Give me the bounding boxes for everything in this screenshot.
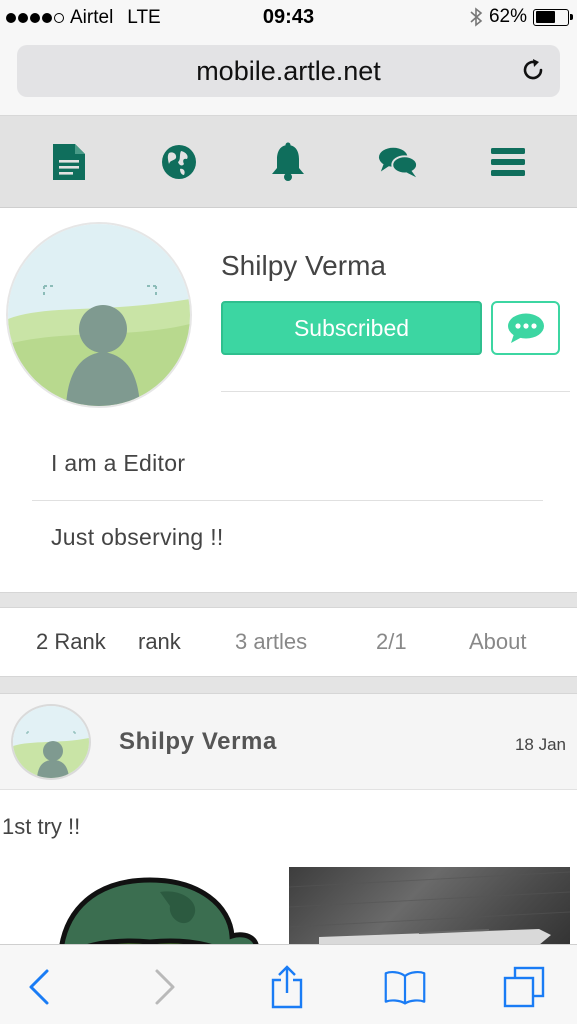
battery-fill (535, 11, 555, 23)
profile-stats-bar: 2 Rank rank 3 artles 2/1 About (0, 608, 577, 676)
back-icon (29, 969, 49, 1005)
post-image-cartoon[interactable] (40, 866, 266, 946)
chat-bubbles-icon (379, 147, 419, 177)
status-right: 62% (469, 6, 573, 28)
battery-icon (533, 8, 573, 26)
tab-about[interactable]: About (469, 629, 527, 655)
bio-status: Just observing !! (51, 524, 224, 550)
stat-ratio[interactable]: 2/1 (376, 629, 407, 655)
battery-percent: 62% (488, 6, 527, 27)
nav-notifications[interactable] (268, 142, 308, 182)
browser-chrome: mobile.artle.net (0, 36, 577, 116)
default-avatar-icon (8, 224, 190, 406)
post-body: 1st try !! (0, 790, 577, 946)
forward-icon (155, 969, 175, 1005)
bookmarks-icon (384, 971, 426, 1005)
avatar[interactable] (6, 222, 192, 408)
url-bar[interactable]: mobile.artle.net (17, 45, 560, 97)
stat-rank-value[interactable]: 2 Rank (36, 629, 106, 655)
post-image-photo[interactable] (289, 867, 570, 946)
share-button[interactable] (265, 965, 309, 1009)
app-nav (0, 116, 577, 208)
nav-menu[interactable] (488, 142, 528, 182)
message-button[interactable] (491, 301, 560, 355)
tabs-icon (503, 966, 545, 1008)
globe-icon (161, 144, 196, 179)
divider (221, 391, 570, 392)
tabs-button[interactable] (502, 965, 546, 1009)
bluetooth-icon (470, 7, 483, 27)
browser-toolbar (0, 944, 577, 1024)
pen-photo (289, 871, 570, 946)
bookmarks-button[interactable] (383, 965, 427, 1009)
section-gap (0, 676, 577, 694)
nav-explore[interactable] (159, 142, 199, 182)
message-icon (507, 313, 544, 343)
divider (32, 500, 543, 501)
profile-card: Shilpy Verma Subscribed I am a Editor Ju… (0, 208, 577, 592)
document-icon (52, 143, 85, 180)
subscribe-button[interactable]: Subscribed (221, 301, 482, 355)
post-author[interactable]: Shilpy Verma (119, 728, 277, 756)
back-button[interactable] (17, 965, 61, 1009)
share-icon (271, 965, 303, 1009)
stat-rank-label[interactable]: rank (138, 629, 181, 655)
profile-name: Shilpy Verma (221, 250, 386, 281)
post-header: Shilpy Verma 18 Jan (0, 694, 577, 790)
reload-icon[interactable] (520, 57, 546, 83)
nav-messages[interactable] (378, 142, 419, 182)
post-text: 1st try !! (2, 814, 81, 839)
menu-icon (491, 147, 526, 176)
forward-button[interactable] (143, 965, 187, 1009)
url-text: mobile.artle.net (196, 55, 381, 86)
bell-icon (272, 142, 305, 181)
nav-articles[interactable] (49, 142, 89, 182)
post-avatar[interactable] (11, 704, 91, 780)
section-gap (0, 592, 577, 608)
status-bar: Airtel LTE 09:43 62% (0, 0, 577, 36)
bio-role: I am a Editor (51, 450, 186, 476)
default-avatar-icon (13, 706, 89, 778)
stat-artles[interactable]: 3 artles (235, 629, 307, 655)
post-date: 18 Jan (514, 735, 566, 754)
